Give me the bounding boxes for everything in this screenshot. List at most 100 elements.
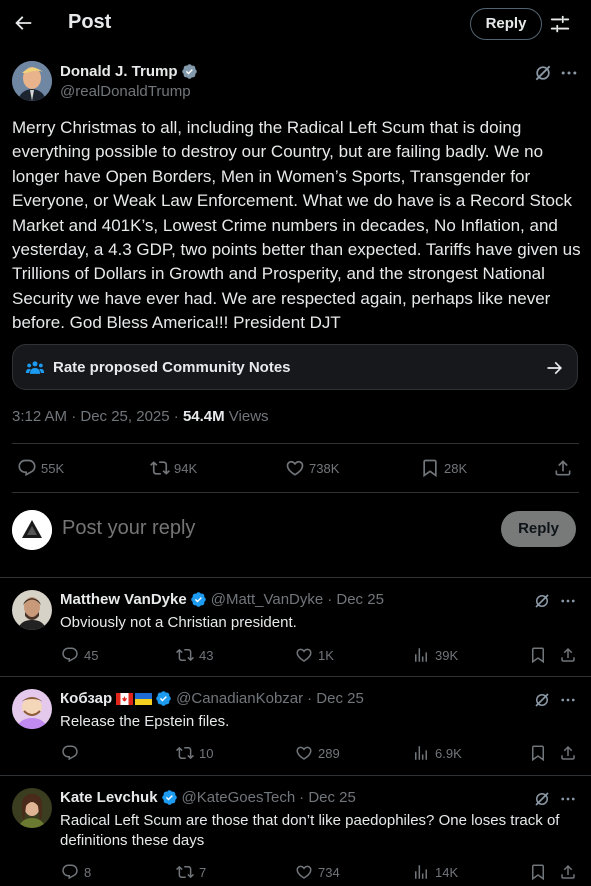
repost-icon xyxy=(176,746,194,760)
share-icon[interactable] xyxy=(559,744,577,762)
reply-text: Release the Epstein files. xyxy=(60,713,230,730)
share-icon[interactable] xyxy=(559,863,577,881)
views-count: 39K xyxy=(435,647,459,663)
like-action[interactable]: 1K xyxy=(295,646,334,664)
reply-item[interactable]: Matthew VanDyke @Matt_VanDyke · Dec 25 O… xyxy=(0,578,591,676)
page-title: Post xyxy=(68,11,112,33)
reply-icon xyxy=(62,647,78,663)
post-meta: 3:12 AM · Dec 25, 2025 · 54.4M Views xyxy=(12,408,269,425)
back-arrow-icon[interactable] xyxy=(12,12,34,34)
reply-author-name[interactable]: Kate Levchuk xyxy=(60,789,158,806)
reply-author-name[interactable]: Кобзар xyxy=(60,690,112,707)
views-icon xyxy=(415,648,427,662)
ukraine-flag-icon xyxy=(135,692,153,705)
reply-action[interactable] xyxy=(61,744,84,762)
repost-action[interactable]: 7 xyxy=(176,863,206,881)
community-notes-button[interactable]: Rate proposed Community Notes xyxy=(12,344,578,390)
like-icon xyxy=(286,460,304,476)
author-name[interactable]: Donald J. Trump xyxy=(60,63,178,80)
repost-count: 7 xyxy=(199,864,207,880)
repost-count: 94K xyxy=(174,460,198,476)
grok-icon[interactable] xyxy=(533,592,551,610)
views-icon xyxy=(415,865,427,879)
views-count: 6.9K xyxy=(435,745,462,761)
bookmark-icon[interactable] xyxy=(529,646,547,664)
like-count: 289 xyxy=(318,745,340,761)
reply-icon xyxy=(62,864,78,880)
reply-text: Obviously not a Christian president. xyxy=(60,614,297,631)
reply-action[interactable]: 8 xyxy=(61,863,91,881)
reply-avatar[interactable] xyxy=(12,788,52,828)
reply-item[interactable]: Kate Levchuk @KateGoesTech · Dec 25 Radi… xyxy=(0,776,591,886)
repost-count: 10 xyxy=(199,745,214,761)
more-icon[interactable] xyxy=(559,691,577,709)
like-count: 734 xyxy=(318,864,340,880)
views-count: 14K xyxy=(435,864,459,880)
post-timestamp[interactable]: 3:12 AM · Dec 25, 2025 · xyxy=(12,408,183,425)
author-name-row[interactable]: Donald J. Trump xyxy=(60,63,198,80)
reply-header: Matthew VanDyke @Matt_VanDyke · Dec 25 xyxy=(60,591,384,608)
bookmark-action[interactable]: 28K xyxy=(420,458,467,478)
like-icon xyxy=(296,648,312,662)
reply-item[interactable]: Кобзар @CanadianKobzar · Dec 25 Release … xyxy=(0,677,591,775)
views-action[interactable]: 39K xyxy=(412,646,458,664)
more-icon[interactable] xyxy=(559,592,577,610)
reply-icon xyxy=(18,459,36,477)
reply-date[interactable]: · Dec 25 xyxy=(299,789,356,806)
bookmark-icon[interactable] xyxy=(529,863,547,881)
like-count: 1K xyxy=(318,647,334,663)
reply-action[interactable]: 55K xyxy=(17,458,64,478)
post-text: Merry Christmas to all, including the Ra… xyxy=(12,118,581,333)
bookmark-icon[interactable] xyxy=(529,744,547,762)
repost-action[interactable]: 94K xyxy=(150,458,197,478)
like-icon xyxy=(296,746,312,760)
grok-icon[interactable] xyxy=(533,790,551,808)
share-action[interactable] xyxy=(553,458,577,478)
like-action[interactable]: 738K xyxy=(285,458,339,478)
reply-author-name[interactable]: Matthew VanDyke xyxy=(60,591,187,608)
arrow-right-icon xyxy=(545,358,565,378)
repost-icon xyxy=(150,461,170,475)
canada-flag-icon xyxy=(116,692,134,705)
views-action[interactable]: 14K xyxy=(412,863,458,881)
author-handle[interactable]: @realDonaldTrump xyxy=(60,83,191,100)
reply-avatar[interactable] xyxy=(12,590,52,630)
repost-action[interactable]: 43 xyxy=(176,646,213,664)
like-action[interactable]: 289 xyxy=(295,744,340,762)
share-icon xyxy=(555,460,571,476)
reply-date[interactable]: · Dec 25 xyxy=(307,690,364,707)
repost-action[interactable]: 10 xyxy=(176,744,213,762)
verified-icon xyxy=(156,691,171,706)
grok-icon[interactable] xyxy=(533,691,551,709)
reply-avatar[interactable] xyxy=(12,689,52,729)
user-avatar[interactable] xyxy=(12,510,52,550)
more-icon[interactable] xyxy=(559,790,577,808)
verified-icon xyxy=(181,64,197,79)
like-action[interactable]: 734 xyxy=(295,863,340,881)
reply-filter-button[interactable]: Reply xyxy=(470,8,542,40)
views-label: Views xyxy=(224,408,269,425)
reply-author-handle[interactable]: @KateGoesTech xyxy=(182,789,296,806)
reply-header: Кобзар @CanadianKobzar · Dec 25 xyxy=(60,690,364,707)
post-action-bar: 55K 94K 738K 28K xyxy=(0,444,591,492)
verified-icon xyxy=(161,790,177,805)
more-icon[interactable] xyxy=(559,63,579,83)
bookmark-icon xyxy=(423,459,437,478)
filter-icon[interactable] xyxy=(549,13,571,35)
reply-date[interactable]: · Dec 25 xyxy=(327,591,384,608)
grok-icon[interactable] xyxy=(533,63,553,83)
repost-icon xyxy=(176,648,194,662)
views-count: 54.4M xyxy=(182,408,225,425)
reply-author-handle[interactable]: @Matt_VanDyke xyxy=(211,591,324,608)
reply-input[interactable] xyxy=(62,517,462,540)
views-action[interactable]: 6.9K xyxy=(412,744,462,762)
divider xyxy=(12,492,579,493)
reply-author-handle[interactable]: @CanadianKobzar xyxy=(176,690,303,707)
community-notes-icon xyxy=(25,358,45,378)
share-icon[interactable] xyxy=(559,646,577,664)
reply-count: 8 xyxy=(84,864,92,880)
reply-header: Kate Levchuk @KateGoesTech · Dec 25 xyxy=(60,789,356,806)
reply-button[interactable]: Reply xyxy=(501,511,576,547)
reply-action[interactable]: 45 xyxy=(61,646,98,664)
author-avatar[interactable] xyxy=(12,61,52,101)
